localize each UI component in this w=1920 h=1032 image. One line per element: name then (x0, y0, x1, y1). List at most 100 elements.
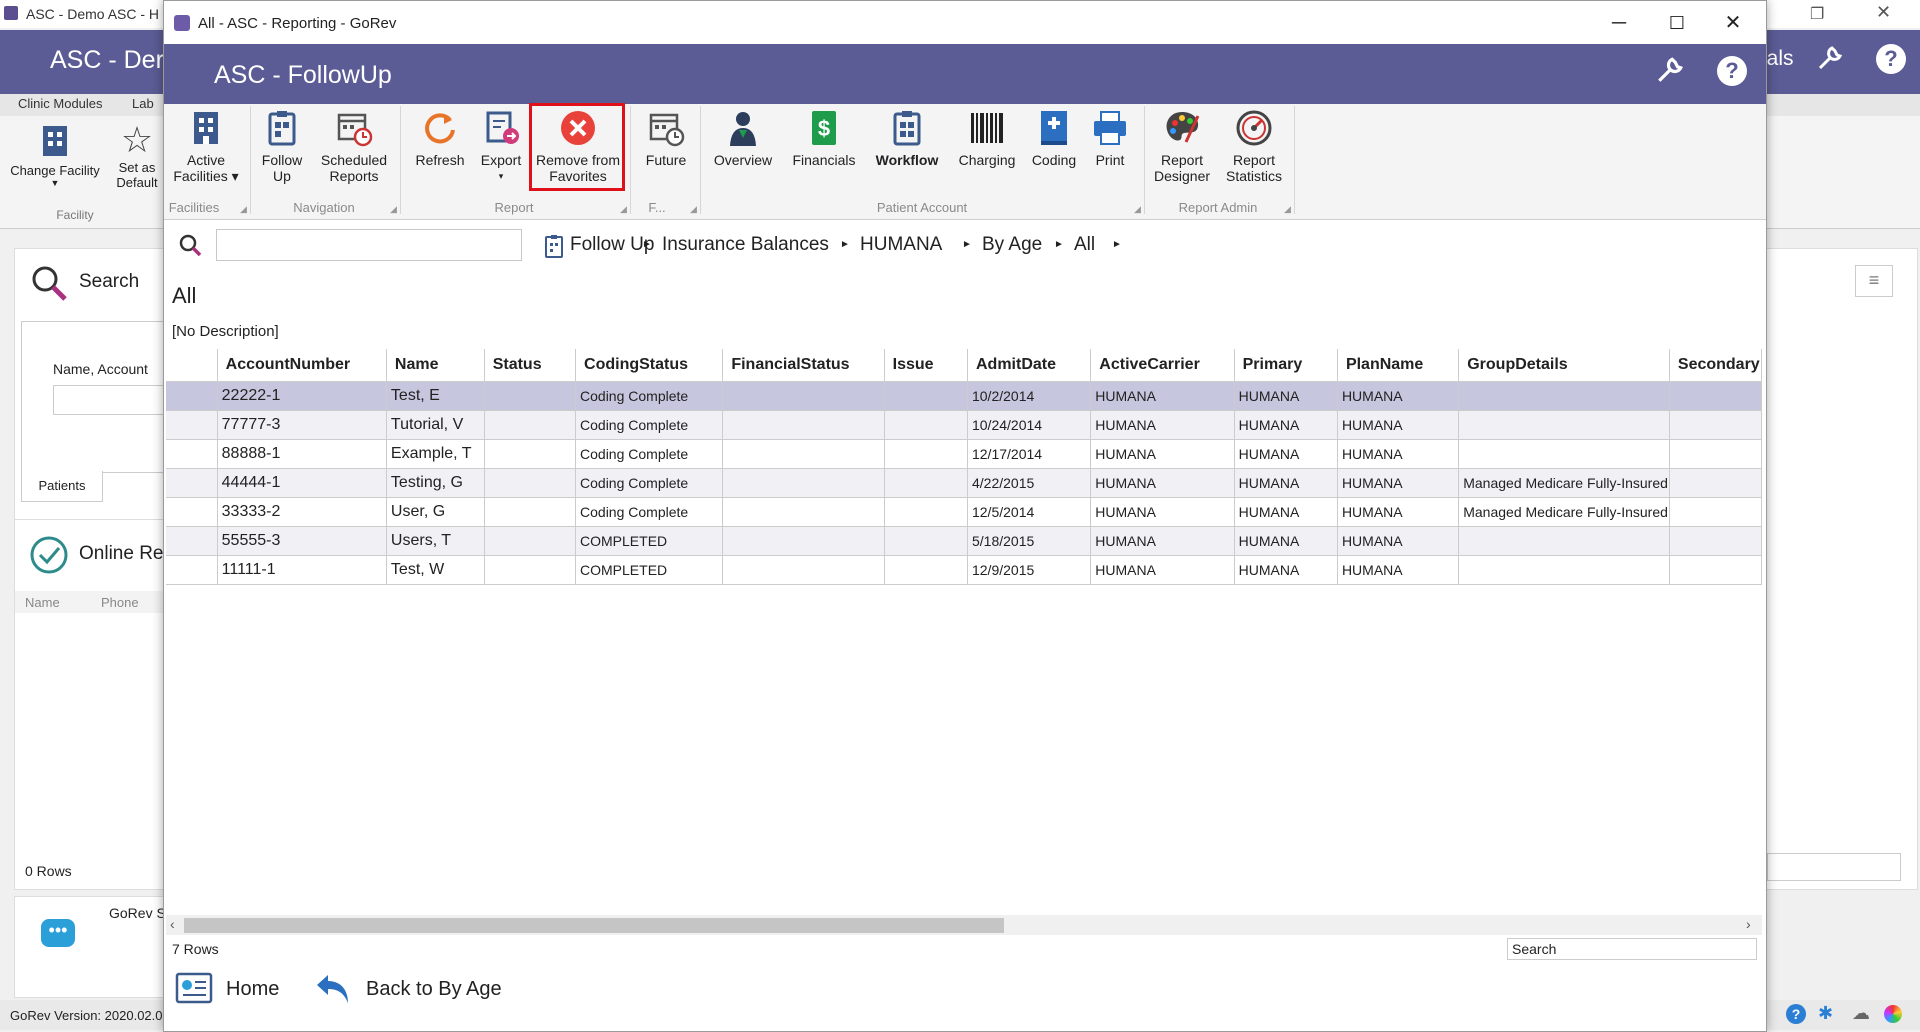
cell-status[interactable] (484, 497, 577, 527)
scheduled-reports-button[interactable]: Scheduled Reports (314, 108, 394, 184)
cell-planname[interactable]: HUMANA (1337, 381, 1460, 411)
cell-secondary[interactable] (1669, 526, 1762, 556)
background-change-facility-button[interactable]: Change Facility ▼ (6, 120, 104, 188)
cell-financialstatus[interactable] (722, 439, 885, 469)
charging-button[interactable]: Charging (952, 108, 1022, 168)
cell-financialstatus[interactable] (722, 468, 885, 498)
group-expander-icon[interactable]: ◢ (240, 204, 247, 215)
cell-name[interactable]: Testing, G (386, 468, 485, 498)
cell-accountnumber[interactable]: 22222-1 (217, 381, 387, 411)
breadcrumb-item-all[interactable]: All (1074, 234, 1095, 256)
cell-status[interactable] (484, 381, 577, 411)
cell-activecarrier[interactable]: HUMANA (1090, 410, 1235, 440)
column-header-financialstatus[interactable]: FinancialStatus (722, 349, 885, 382)
breadcrumb-item-insurance-balances[interactable]: Insurance Balances (662, 234, 829, 256)
row-selector-cell[interactable] (166, 555, 218, 585)
column-header-name[interactable]: Name (386, 349, 485, 382)
background-patients-tab[interactable]: Patients (21, 471, 103, 502)
breadcrumb-clipboard-icon[interactable] (544, 234, 564, 258)
cell-planname[interactable]: HUMANA (1337, 497, 1460, 527)
close-button[interactable]: ✕ (1710, 9, 1756, 37)
background-tab-lab[interactable]: Lab (132, 96, 154, 111)
cell-codingstatus[interactable]: Coding Complete (575, 497, 724, 527)
cell-admitdate[interactable]: 10/24/2014 (967, 410, 1092, 440)
cell-issue[interactable] (884, 526, 968, 556)
cell-name[interactable]: Test, E (386, 381, 485, 411)
cell-admitdate[interactable]: 12/9/2015 (967, 555, 1092, 585)
row-selector-cell[interactable] (166, 381, 218, 411)
row-selector-cell[interactable] (166, 439, 218, 469)
cell-admitdate[interactable]: 4/22/2015 (967, 468, 1092, 498)
cell-activecarrier[interactable]: HUMANA (1090, 381, 1235, 411)
remove-from-favorites-button[interactable]: Remove from Favorites (530, 108, 626, 184)
column-header-primary[interactable]: Primary (1234, 349, 1338, 382)
cell-secondary[interactable] (1669, 555, 1762, 585)
cell-secondary[interactable] (1669, 381, 1762, 411)
cell-codingstatus[interactable]: COMPLETED (575, 526, 724, 556)
cell-groupdetails[interactable] (1458, 381, 1670, 411)
active-facilities-button[interactable]: Active Facilities ▾ (170, 108, 242, 184)
column-header-accountnumber[interactable]: AccountNumber (217, 349, 387, 382)
cell-codingstatus[interactable]: Coding Complete (575, 468, 724, 498)
background-set-default-button[interactable]: ☆ Set as Default (112, 120, 162, 190)
cell-accountnumber[interactable]: 55555-3 (217, 526, 387, 556)
group-expander-icon[interactable]: ◢ (1284, 204, 1291, 215)
cell-activecarrier[interactable]: HUMANA (1090, 526, 1235, 556)
background-wrench-icon[interactable] (1816, 44, 1844, 79)
cell-secondary[interactable] (1669, 468, 1762, 498)
breadcrumb-item-humana[interactable]: HUMANA (860, 234, 942, 256)
wrench-icon[interactable] (1655, 55, 1685, 92)
cell-primary[interactable]: HUMANA (1234, 410, 1338, 440)
cell-planname[interactable]: HUMANA (1337, 410, 1460, 440)
cell-groupdetails[interactable] (1458, 526, 1670, 556)
cell-planname[interactable]: HUMANA (1337, 555, 1460, 585)
color-wheel-icon[interactable] (1884, 1005, 1902, 1023)
cell-admitdate[interactable]: 12/17/2014 (967, 439, 1092, 469)
table-row[interactable]: 22222-1 Test, E Coding Complete 10/2/2014 HU… (166, 381, 1762, 411)
cell-status[interactable] (484, 468, 577, 498)
maximize-button[interactable]: ☐ (1654, 9, 1700, 37)
row-selector-cell[interactable] (166, 410, 218, 440)
chat-icon[interactable]: ••• (41, 919, 75, 947)
group-expander-icon[interactable]: ◢ (1134, 204, 1141, 215)
group-expander-icon[interactable]: ◢ (620, 204, 627, 215)
row-selector-cell[interactable] (166, 526, 218, 556)
cell-admitdate[interactable]: 5/18/2015 (967, 526, 1092, 556)
cell-status[interactable] (484, 410, 577, 440)
cell-status[interactable] (484, 526, 577, 556)
cell-accountnumber[interactable]: 44444-1 (217, 468, 387, 498)
coding-button[interactable]: Coding (1026, 108, 1082, 168)
cell-secondary[interactable] (1669, 410, 1762, 440)
minimize-button[interactable]: ─ (1596, 9, 1642, 37)
cell-admitdate[interactable]: 12/5/2014 (967, 497, 1092, 527)
hamburger-menu-icon[interactable]: ≡ (1855, 265, 1893, 297)
back-button[interactable]: Back to By Age (314, 971, 502, 1007)
column-header-activecarrier[interactable]: ActiveCarrier (1090, 349, 1235, 382)
table-row[interactable]: 11111-1 Test, W COMPLETED 12/9/2015 HUMANA HU… (166, 555, 1762, 585)
cell-name[interactable]: Test, W (386, 555, 485, 585)
background-right-input[interactable] (1767, 853, 1901, 881)
horizontal-scrollbar-thumb[interactable] (184, 918, 1004, 933)
cell-issue[interactable] (884, 381, 968, 411)
cell-financialstatus[interactable] (722, 381, 885, 411)
cell-status[interactable] (484, 439, 577, 469)
background-tab-clinic-modules[interactable]: Clinic Modules (18, 96, 103, 111)
cell-primary[interactable]: HUMANA (1234, 381, 1338, 411)
group-expander-icon[interactable]: ◢ (690, 204, 697, 215)
search-input[interactable] (216, 229, 522, 261)
refresh-button[interactable]: Refresh (408, 108, 472, 168)
cell-accountnumber[interactable]: 88888-1 (217, 439, 387, 469)
cell-activecarrier[interactable]: HUMANA (1090, 439, 1235, 469)
cell-financialstatus[interactable] (722, 555, 885, 585)
table-row[interactable]: 88888-1 Example, T Coding Complete 12/17/20… (166, 439, 1762, 469)
follow-up-button[interactable]: Follow Up (256, 108, 308, 184)
scroll-right-icon[interactable]: › (1746, 916, 1751, 932)
cell-activecarrier[interactable]: HUMANA (1090, 555, 1235, 585)
cell-issue[interactable] (884, 555, 968, 585)
column-header-admitdate[interactable]: AdmitDate (967, 349, 1092, 382)
report-designer-button[interactable]: Report Designer (1148, 108, 1216, 184)
table-row[interactable]: 77777-3 Tutorial, V Coding Complete 10/24/2… (166, 410, 1762, 440)
group-expander-icon[interactable]: ◢ (390, 204, 397, 215)
table-row[interactable]: 33333-2 User, G Coding Complete 12/5/2014 HU… (166, 497, 1762, 527)
column-header-issue[interactable]: Issue (884, 349, 968, 382)
